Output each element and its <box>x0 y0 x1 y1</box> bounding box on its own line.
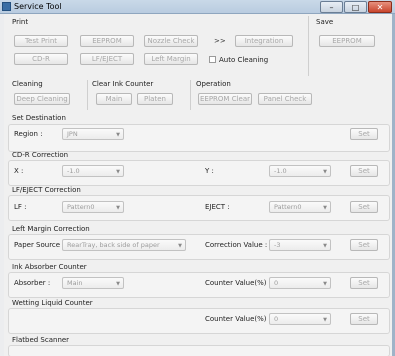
clear-main-button[interactable]: Main <box>96 93 132 105</box>
operation-label: Operation <box>196 80 231 88</box>
wetting-counter-label: Counter Value(%) : <box>205 315 272 323</box>
chevron-down-icon: ▼ <box>116 169 120 175</box>
divider <box>87 80 88 110</box>
absorber-select[interactable]: Main ▼ <box>62 277 124 289</box>
lf-value: Pattern0 <box>67 203 95 211</box>
chevron-down-icon: ▼ <box>323 169 327 175</box>
print-label: Print <box>12 18 29 26</box>
save-eeprom-button[interactable]: EEPROM <box>319 35 375 47</box>
app-icon <box>2 2 11 11</box>
lf-eject-label: LF/EJECT Correction <box>12 186 81 194</box>
region-label: Region : <box>14 130 43 138</box>
maximize-button[interactable]: □ <box>344 1 367 13</box>
ink-absorber-label: Ink Absorber Counter <box>12 263 87 271</box>
correction-value-select[interactable]: -3 ▼ <box>269 239 331 251</box>
lf-eject-set-button[interactable]: Set <box>350 201 378 213</box>
lf-select[interactable]: Pattern0 ▼ <box>62 201 124 213</box>
absorber-label: Absorber : <box>14 279 51 287</box>
wetting-set-button[interactable]: Set <box>350 313 378 325</box>
y-value: -1.0 <box>274 167 287 175</box>
flatbed-group <box>8 345 390 356</box>
integration-button[interactable]: Integration <box>235 35 293 47</box>
wetting-group <box>8 308 390 334</box>
chevron-down-icon: ▼ <box>178 243 182 249</box>
chevron-down-icon: ▼ <box>323 205 327 211</box>
chevron-down-icon: ▼ <box>323 317 327 323</box>
left-margin-button[interactable]: Left Margin <box>144 53 198 65</box>
panel-check-button[interactable]: Panel Check <box>258 93 312 105</box>
nozzle-check-button[interactable]: Nozzle Check <box>144 35 198 47</box>
left-margin-set-button[interactable]: Set <box>350 239 378 251</box>
chevron-right-icon: >> <box>214 37 226 45</box>
eject-value: Pattern0 <box>274 203 302 211</box>
auto-cleaning-checkbox[interactable] <box>209 56 216 63</box>
x-select[interactable]: -1.0 ▼ <box>62 165 124 177</box>
client-area: Print Test Print EEPROM Nozzle Check >> … <box>4 14 392 356</box>
cleaning-label: Cleaning <box>12 80 43 88</box>
title-bar: Service Tool – □ ✕ <box>0 0 395 14</box>
wetting-counter-select[interactable]: 0 ▼ <box>269 313 331 325</box>
chevron-down-icon: ▼ <box>116 205 120 211</box>
clear-platen-button[interactable]: Platen <box>137 93 173 105</box>
test-print-button[interactable]: Test Print <box>14 35 68 47</box>
save-label: Save <box>316 18 334 26</box>
correction-value: -3 <box>274 241 281 249</box>
absorber-value: Main <box>67 279 83 287</box>
close-button[interactable]: ✕ <box>368 1 392 13</box>
cd-r-button[interactable]: CD-R <box>14 53 68 65</box>
y-label: Y : <box>205 167 214 175</box>
region-select[interactable]: JPN ▼ <box>62 128 124 140</box>
paper-source-label: Paper Source : <box>14 241 65 249</box>
chevron-down-icon: ▼ <box>323 281 327 287</box>
eject-select[interactable]: Pattern0 ▼ <box>269 201 331 213</box>
print-eeprom-button[interactable]: EEPROM <box>80 35 134 47</box>
region-value: JPN <box>67 130 78 138</box>
region-set-button[interactable]: Set <box>350 128 378 140</box>
absorber-counter-select[interactable]: 0 ▼ <box>269 277 331 289</box>
wetting-label: Wetting Liquid Counter <box>12 299 93 307</box>
cdr-set-button[interactable]: Set <box>350 165 378 177</box>
x-label: X : <box>14 167 24 175</box>
lf-eject-button[interactable]: LF/EJECT <box>80 53 134 65</box>
divider <box>190 80 191 110</box>
absorber-counter-label: Counter Value(%) : <box>205 279 272 287</box>
chevron-down-icon: ▼ <box>116 132 120 138</box>
paper-source-select[interactable]: RearTray, back side of paper ▼ <box>62 239 186 251</box>
y-select[interactable]: -1.0 ▼ <box>269 165 331 177</box>
minimize-button[interactable]: – <box>320 1 343 13</box>
chevron-down-icon: ▼ <box>323 243 327 249</box>
clear-ink-counter-label: Clear Ink Counter <box>92 80 154 88</box>
lf-label: LF : <box>14 203 27 211</box>
eeprom-clear-button[interactable]: EEPROM Clear <box>198 93 252 105</box>
eject-label: EJECT : <box>205 203 230 211</box>
flatbed-label: Flatbed Scanner <box>12 336 70 344</box>
chevron-down-icon: ▼ <box>116 281 120 287</box>
x-value: -1.0 <box>67 167 80 175</box>
divider <box>308 16 309 76</box>
window-title: Service Tool <box>14 2 62 11</box>
deep-cleaning-button[interactable]: Deep Cleaning <box>14 93 70 105</box>
set-destination-label: Set Destination <box>12 114 66 122</box>
paper-source-value: RearTray, back side of paper <box>67 241 160 249</box>
auto-cleaning-label: Auto Cleaning <box>219 56 269 64</box>
correction-value-label: Correction Value : <box>205 241 268 249</box>
ink-absorber-set-button[interactable]: Set <box>350 277 378 289</box>
cdr-correction-label: CD-R Correction <box>12 151 69 159</box>
left-margin-label: Left Margin Correction <box>12 225 90 233</box>
wetting-counter-value: 0 <box>274 315 279 323</box>
absorber-counter-value: 0 <box>274 279 279 287</box>
